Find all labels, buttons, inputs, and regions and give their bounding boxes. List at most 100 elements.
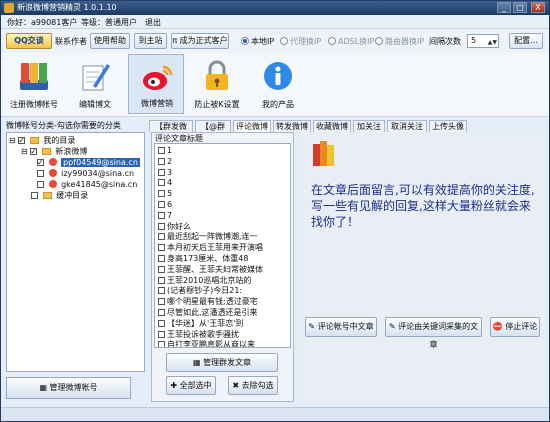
upgrade-button[interactable]: π 成为正式客户 xyxy=(171,33,229,49)
logout-link[interactable]: 退出 xyxy=(145,17,161,28)
article-list-item[interactable]: 自打李亚鹏息影从商以来 xyxy=(158,340,288,347)
manage-articles-icon: ▦ xyxy=(192,358,204,367)
article-checkbox[interactable] xyxy=(158,211,165,219)
tab-unfollow[interactable]: 取消关注 xyxy=(387,120,427,132)
article-list-item[interactable]: 6 xyxy=(158,200,288,210)
article-checkbox[interactable] xyxy=(158,255,165,262)
radio-router-ip-label: 路由器换IP xyxy=(385,37,425,46)
article-list-item[interactable]: 王菲2010巡唱北京站的 xyxy=(158,276,288,286)
tab-favorite[interactable]: 收藏微博 xyxy=(313,120,351,132)
tree-group-sina[interactable]: ⊟ 新浪微博 xyxy=(21,146,87,157)
article-list-item[interactable]: (记者穆钞子)今日21: xyxy=(158,286,288,296)
article-list-item[interactable]: 5 xyxy=(158,189,288,199)
article-checkbox[interactable] xyxy=(158,244,165,252)
article-checkbox[interactable] xyxy=(158,287,165,295)
article-list-item[interactable]: 尽管如此,这潘透还是引来 xyxy=(158,308,288,318)
article-list-item[interactable]: 王菲醒、王菲夫妇常被媒体 xyxy=(158,265,288,275)
article-checkbox[interactable] xyxy=(158,309,165,316)
article-list-item[interactable]: 2 xyxy=(158,157,288,167)
select-all-button[interactable]: ✚ 全部选中 xyxy=(166,376,216,395)
tree-group-wait[interactable]: 缓冲目录 xyxy=(31,190,88,201)
wait-checkbox[interactable] xyxy=(31,192,38,199)
collapse-icon[interactable]: ⊟ xyxy=(9,136,16,145)
interval-spinbox[interactable]: 5 ▲▼ xyxy=(467,34,499,48)
article-checkbox[interactable] xyxy=(158,265,165,273)
article-checkbox[interactable] xyxy=(158,201,165,208)
article-checkbox[interactable] xyxy=(158,190,165,198)
article-checkbox[interactable] xyxy=(158,298,165,306)
spin-arrows-icon[interactable]: ▲▼ xyxy=(488,37,497,49)
tree-group-wait-label: 缓冲目录 xyxy=(56,191,89,200)
article-list-item[interactable]: 哪个明星最有钱;透过豪宅 xyxy=(158,297,288,307)
article-list-item[interactable]: 1 xyxy=(158,146,288,156)
stop-comment-button[interactable]: ⛔ 停止评论 xyxy=(490,317,540,337)
article-list-item[interactable]: 4 xyxy=(158,178,288,188)
article-title: 【华迷】从'王菲恋'到 xyxy=(167,318,244,328)
comment-account-articles-button[interactable]: ✎ 评论帐号中文章 xyxy=(305,317,377,337)
account-tree: ⊟ 我的目录 ⊟ 新浪微博 ppf04549@sina.cn izy99034@… xyxy=(6,132,145,372)
tree-account-item[interactable]: gke41845@sina.cn xyxy=(37,179,137,190)
tree-root[interactable]: ⊟ 我的目录 xyxy=(9,135,75,146)
register-account-button[interactable]: 注册微博帐号 xyxy=(6,54,62,114)
article-list-item[interactable]: 本月初天后王菲用来开演唱 xyxy=(158,243,288,253)
comment-keyword-articles-button[interactable]: ✎ 评论由关键词采集的文章 xyxy=(385,317,482,349)
article-checkbox[interactable] xyxy=(158,222,165,230)
collapse-icon[interactable]: ⊟ xyxy=(21,147,28,156)
article-list-item[interactable]: 身高173厘米、体重48 xyxy=(158,254,288,264)
minimize-button[interactable]: _ xyxy=(497,2,511,13)
radio-adsl-ip[interactable] xyxy=(328,37,336,45)
radio-router-ip[interactable] xyxy=(375,37,383,45)
article-list-item[interactable]: 王菲投诉被歌手骚扰 xyxy=(158,330,288,340)
article-checkbox[interactable] xyxy=(158,157,165,165)
tab-follow[interactable]: 加关注 xyxy=(353,120,385,132)
article-title: 4 xyxy=(167,178,173,188)
maximize-button[interactable]: □ xyxy=(513,2,527,13)
contact-author-link[interactable]: 联系作者 xyxy=(55,36,87,47)
article-list-item[interactable]: 7 xyxy=(158,211,288,221)
sina-checkbox[interactable] xyxy=(30,146,38,157)
folder-icon xyxy=(41,148,51,155)
radio-proxy-ip[interactable] xyxy=(280,37,288,45)
root-checkbox[interactable] xyxy=(18,135,26,146)
tab-upload-avatar[interactable]: 上传头像 xyxy=(429,120,467,132)
account-checkbox[interactable] xyxy=(37,157,44,168)
radio-local-ip[interactable] xyxy=(241,37,249,45)
tree-account-item[interactable]: ppf04549@sina.cn xyxy=(37,157,140,168)
tab-repost[interactable]: 转发微博 xyxy=(273,120,311,132)
account-checkbox[interactable] xyxy=(37,181,44,188)
edit-post-label: 编辑博文 xyxy=(79,100,111,109)
manage-articles-button[interactable]: ▦ 管理群发文章 xyxy=(166,353,278,372)
tab-mention-post[interactable]: 【@群发】 xyxy=(195,120,231,142)
tree-group-sina-label: 新浪微博 xyxy=(55,147,88,156)
clear-selection-button[interactable]: ✖ 去除勾选 xyxy=(228,376,278,395)
main-site-button[interactable]: 到主站 xyxy=(134,33,167,49)
article-list-item[interactable]: 你好么 xyxy=(158,222,288,232)
article-checkbox[interactable] xyxy=(158,319,165,327)
tree-account-item[interactable]: izy99034@sina.cn xyxy=(37,168,134,179)
edit-post-button[interactable]: 编辑博文 xyxy=(67,54,123,114)
tab-comment[interactable]: 评论微博 xyxy=(233,120,271,132)
article-list[interactable]: 1 2 3 4 5 6 7 你好么 最近刮起一阵微博潮,连一 本月初天后王菲用来开演唱 身高173厘… xyxy=(154,143,291,348)
article-checkbox[interactable] xyxy=(158,179,165,187)
article-list-item[interactable]: 【华迷】从'王菲恋'到 xyxy=(158,319,288,329)
my-products-button[interactable]: 我的产品 xyxy=(250,54,306,114)
article-checkbox[interactable] xyxy=(158,276,165,284)
security-settings-button[interactable]: 防止被K设置 xyxy=(189,54,245,114)
article-checkbox[interactable] xyxy=(158,168,165,176)
tab-mass-post[interactable]: 【群发微博】 xyxy=(149,120,193,142)
article-checkbox[interactable] xyxy=(158,233,165,241)
close-button[interactable]: X xyxy=(531,2,545,13)
article-checkbox[interactable] xyxy=(158,330,165,338)
help-button[interactable]: 使用帮助 xyxy=(90,33,130,49)
article-list-item[interactable]: 最近刮起一阵微博潮,连一 xyxy=(158,232,288,242)
account-checkbox[interactable] xyxy=(37,170,44,177)
article-list-item[interactable]: 3 xyxy=(158,168,288,178)
config-button[interactable]: 配置... xyxy=(509,33,543,49)
qq-chat-button[interactable]: QQ交谈 xyxy=(6,33,52,49)
interval-label: 间隔次数 xyxy=(429,37,461,46)
article-checkbox[interactable] xyxy=(158,341,165,347)
select-all-label: 全部选中 xyxy=(179,381,212,390)
weibo-marketing-button[interactable]: 微博营销 xyxy=(128,54,184,114)
article-checkbox[interactable] xyxy=(158,147,165,154)
manage-accounts-button[interactable]: ▦ 管理微博帐号 xyxy=(6,377,131,399)
